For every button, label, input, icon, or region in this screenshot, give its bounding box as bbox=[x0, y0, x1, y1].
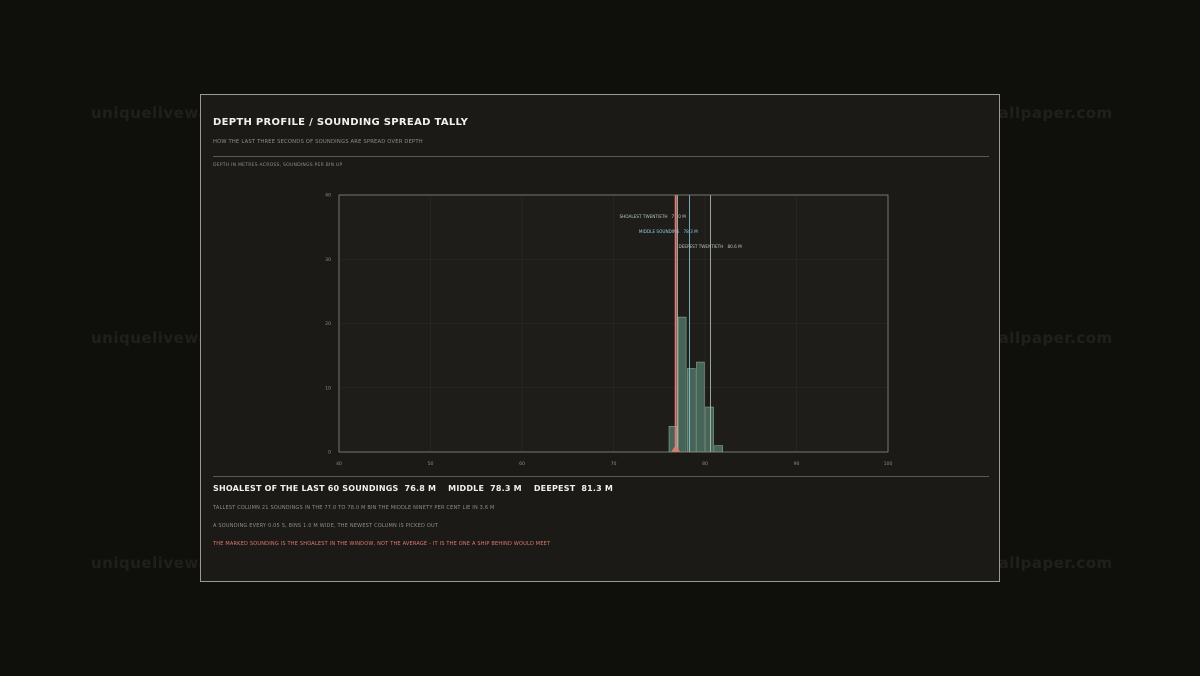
cadence-note: A SOUNDING EVERY 0.05 S, BINS 1.0 M WIDE… bbox=[213, 523, 439, 529]
marker-warning-note: THE MARKED SOUNDING IS THE SHOALEST IN T… bbox=[213, 541, 551, 547]
y-tick-label: 10 bbox=[325, 385, 331, 391]
x-tick-label: 60 bbox=[519, 461, 525, 467]
x-tick-label: 40 bbox=[336, 461, 342, 467]
deepest-label: DEEPEST bbox=[533, 484, 576, 493]
y-tick-label: 30 bbox=[325, 257, 331, 263]
depth-profile-panel: DEPTH PROFILE / SOUNDING SPREAD TALLY HO… bbox=[200, 94, 1000, 582]
deepest-value: 81.3 M bbox=[581, 484, 614, 493]
x-tick-label: 70 bbox=[611, 461, 617, 467]
reference-line-label: DEEPEST TWENTIETH bbox=[678, 244, 723, 249]
x-tick-label: 90 bbox=[794, 461, 800, 467]
x-tick-label: 100 bbox=[884, 461, 893, 467]
middle-label: MIDDLE bbox=[448, 484, 485, 493]
histogram-bar bbox=[687, 368, 696, 453]
reference-line-value: 78.3 M bbox=[683, 229, 698, 234]
histogram-bar bbox=[714, 445, 723, 453]
histogram-bar bbox=[677, 316, 687, 453]
shoalest-label: SHOALEST OF THE LAST 60 SOUNDINGS bbox=[213, 484, 399, 493]
tallest-column-note: TALLEST COLUMN 21 SOUNDINGS IN THE 77.0 … bbox=[213, 505, 495, 511]
reference-line-label: SHOALEST TWENTIETH bbox=[620, 214, 668, 219]
shoalest-value: 76.8 M bbox=[404, 484, 437, 493]
depth-summary: SHOALEST OF THE LAST 60 SOUNDINGS 76.8 M M… bbox=[213, 484, 613, 493]
reference-line-value: 77.0 M bbox=[672, 214, 687, 219]
middle-value: 78.3 M bbox=[490, 484, 522, 493]
x-tick-label: 50 bbox=[428, 461, 434, 467]
x-tick-label: 80 bbox=[702, 461, 708, 467]
histogram-bar bbox=[696, 361, 705, 453]
reference-line-value: 80.6 M bbox=[727, 244, 742, 249]
divider bbox=[213, 476, 989, 477]
histogram-bar bbox=[705, 406, 714, 453]
y-tick-label: 0 bbox=[328, 450, 331, 456]
y-tick-label: 40 bbox=[325, 193, 331, 199]
reference-line-label: MIDDLE SOUNDING bbox=[639, 229, 680, 234]
depth-histogram-chart: 40 50 60 70 80 90 100 0 10 20 30 40 SHOALEST TWENTIE… bbox=[325, 193, 893, 467]
y-tick-label: 20 bbox=[325, 321, 331, 327]
